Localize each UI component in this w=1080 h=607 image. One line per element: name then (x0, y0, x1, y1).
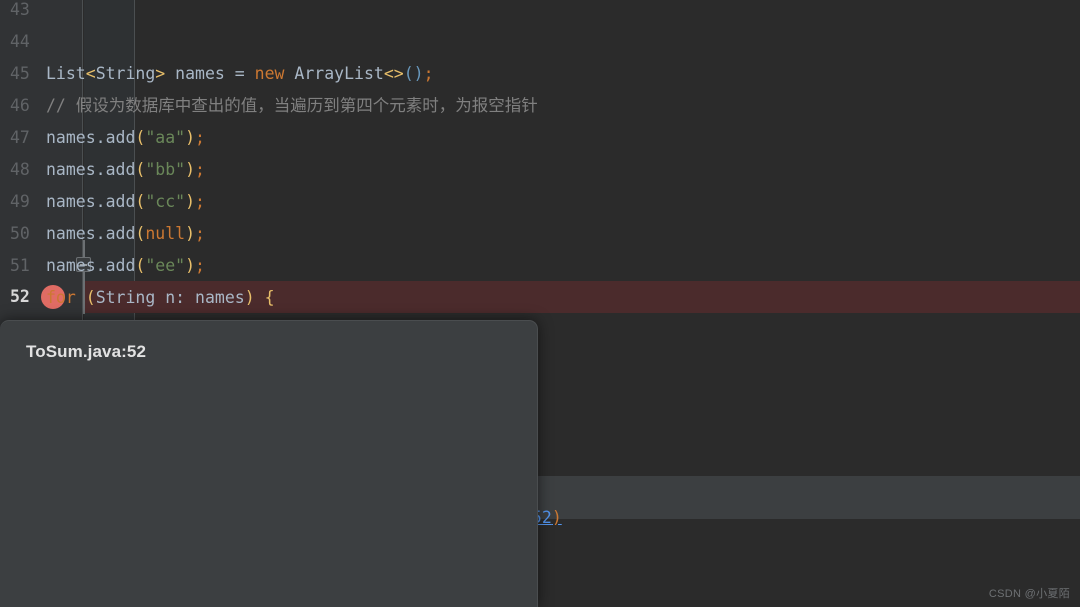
dialog-title: ToSum.java:52 (26, 342, 147, 361)
stacktrace-link-paren: ) (551, 508, 562, 527)
line-number: 43 (10, 0, 30, 19)
watermark: CSDN @小夏陌 (988, 588, 1070, 600)
breakpoint-properties-dialog[interactable]: ToSum.java:52 Enabled Suspend: All Threa… (0, 320, 538, 607)
ide-window: 43 44 45 46 47 48 49 50 51 52 List<Strin… (0, 0, 1080, 607)
